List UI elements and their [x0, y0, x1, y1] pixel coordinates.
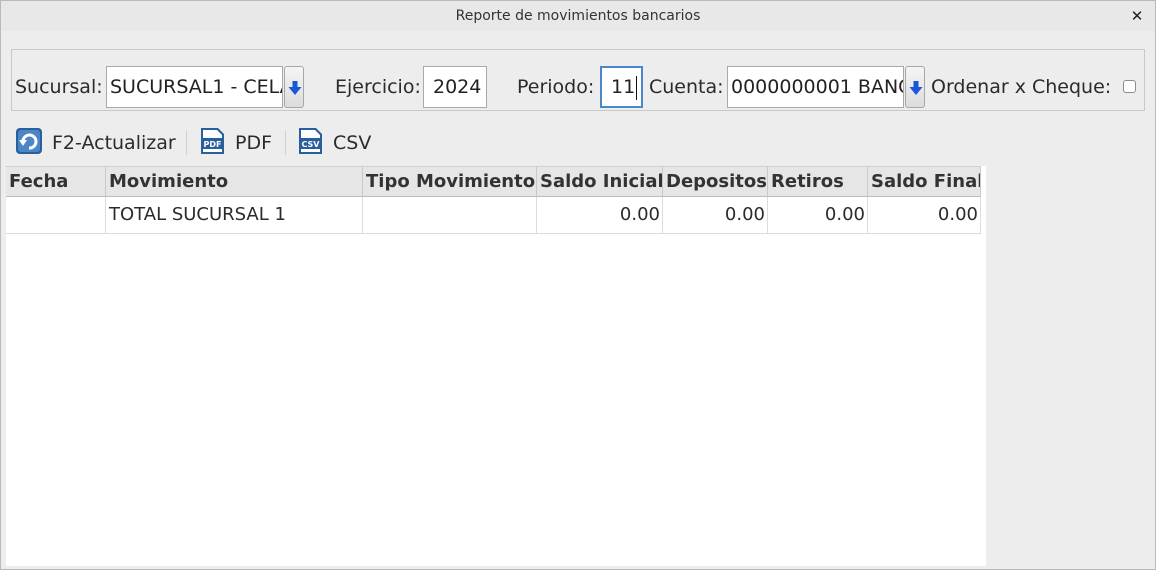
sucursal-label: Sucursal: — [15, 76, 103, 98]
sucursal-value: SUCURSAL1 - CELAYA — [110, 76, 282, 98]
column-header-retiros[interactable]: Retiros — [768, 166, 868, 197]
movements-table[interactable]: Fecha Movimiento Tipo Movimiento Saldo I… — [6, 166, 986, 566]
refresh-icon — [16, 128, 42, 154]
ejercicio-value: 2024 — [433, 76, 482, 98]
sucursal-field[interactable]: SUCURSAL1 - CELAYA — [106, 66, 283, 108]
periodo-value: 11 — [611, 76, 636, 98]
cuenta-label: Cuenta: — [649, 76, 724, 98]
csv-button[interactable]: CSV CSV — [296, 127, 374, 159]
column-header-fecha[interactable]: Fecha — [6, 166, 106, 197]
text-cursor — [636, 75, 638, 100]
refresh-label: F2-Actualizar — [52, 132, 176, 154]
empty-panel — [986, 166, 1146, 566]
cuenta-field[interactable]: 0000000001 BANCO — [727, 66, 904, 108]
table-cell-retiros[interactable]: 0.00 — [768, 197, 868, 234]
column-header-saldo-inicial[interactable]: Saldo Inicial — [537, 166, 663, 197]
column-header-movimiento[interactable]: Movimiento — [106, 166, 363, 197]
ordenar-cheque-checkbox[interactable] — [1123, 80, 1136, 93]
pdf-icon: PDF — [201, 128, 224, 154]
toolbar-separator — [186, 131, 187, 155]
table-cell-fecha[interactable] — [6, 197, 106, 234]
sucursal-dropdown-button[interactable] — [284, 66, 304, 108]
table-cell-saldo-final[interactable]: 0.00 — [868, 197, 981, 234]
window-title: Reporte de movimientos bancarios — [455, 8, 701, 24]
column-header-depositos[interactable]: Depositos — [663, 166, 768, 197]
title-bar: Reporte de movimientos bancarios — [1, 1, 1155, 31]
pdf-icon-text: PDF — [204, 140, 222, 149]
pdf-button[interactable]: PDF PDF — [198, 127, 276, 159]
ejercicio-field[interactable]: 2024 — [423, 66, 487, 108]
arrow-down-icon — [288, 81, 302, 95]
column-header-saldo-final[interactable]: Saldo Final — [868, 166, 981, 197]
csv-icon: CSV — [299, 128, 322, 154]
table-cell-depositos[interactable]: 0.00 — [663, 197, 768, 234]
column-header-tipo-movimiento[interactable]: Tipo Movimiento — [363, 166, 537, 197]
table-cell-tipo-movimiento[interactable] — [363, 197, 537, 234]
csv-icon-text: CSV — [302, 140, 321, 149]
arrow-down-icon — [909, 81, 923, 95]
ordenar-cheque-label: Ordenar x Cheque: — [931, 76, 1112, 98]
csv-label: CSV — [333, 132, 372, 154]
toolbar-separator — [285, 131, 286, 155]
periodo-label: Periodo: — [517, 76, 595, 98]
close-icon[interactable]: ✕ — [1127, 1, 1147, 31]
cuenta-value: 0000000001 BANCO — [731, 76, 903, 98]
pdf-label: PDF — [235, 132, 273, 154]
ejercicio-label: Ejercicio: — [335, 76, 421, 98]
table-cell-movimiento[interactable]: TOTAL SUCURSAL 1 — [106, 197, 363, 234]
report-window: Reporte de movimientos bancarios ✕ Sucur… — [0, 0, 1156, 570]
periodo-field[interactable]: 11 — [600, 66, 643, 108]
cuenta-dropdown-button[interactable] — [905, 66, 925, 108]
refresh-button[interactable]: F2-Actualizar — [15, 127, 177, 159]
table-cell-saldo-inicial[interactable]: 0.00 — [537, 197, 663, 234]
